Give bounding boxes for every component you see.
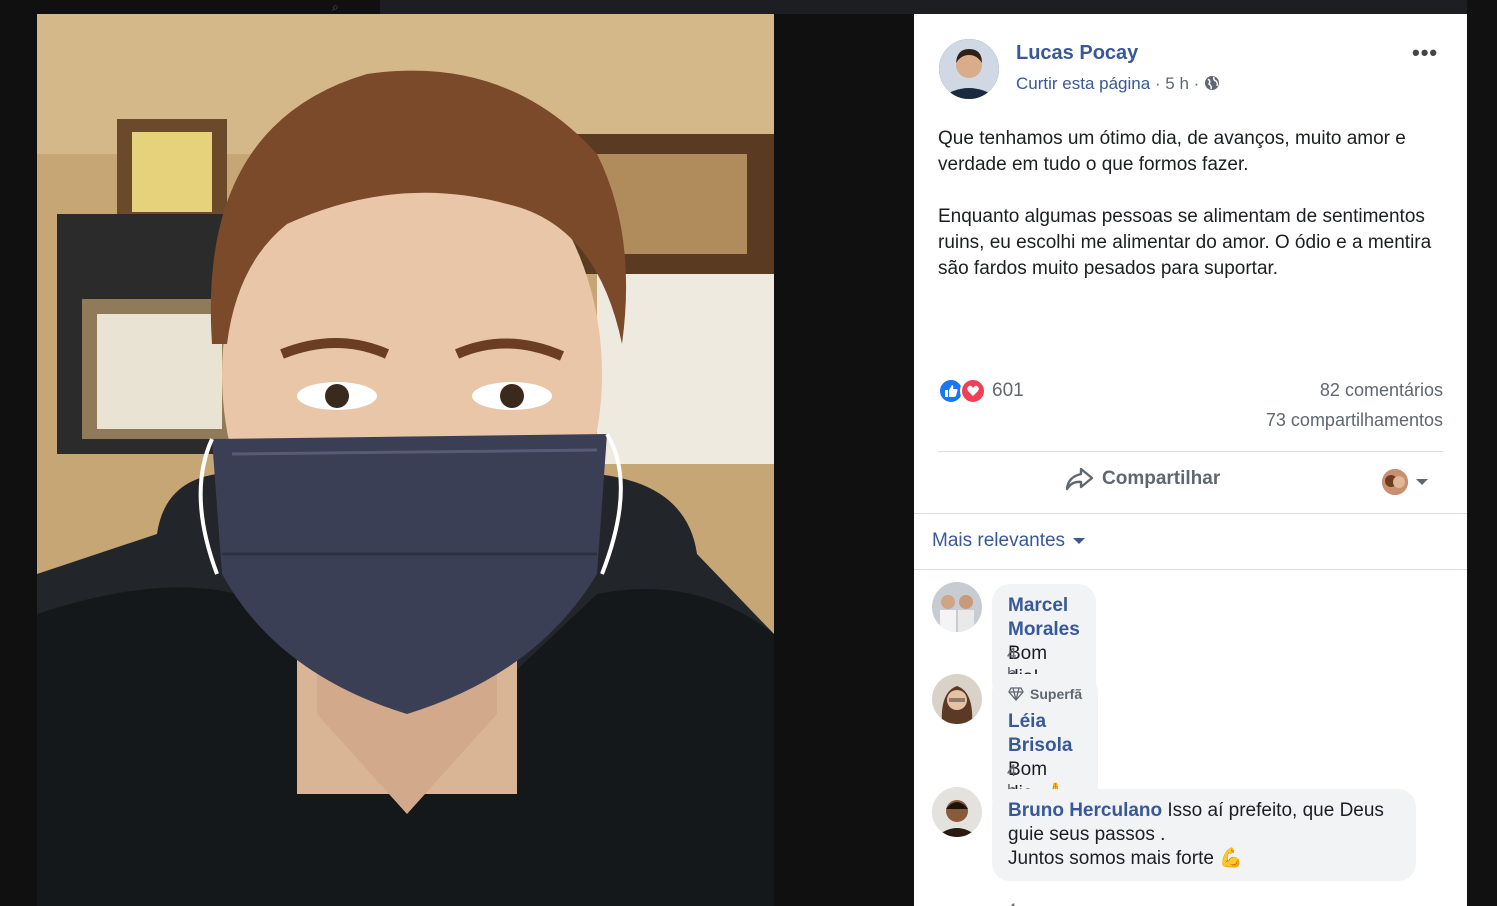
comments-count-link[interactable]: 82 comentários (1320, 380, 1443, 401)
commenter-avatar[interactable] (932, 674, 982, 724)
reactions-summary[interactable]: 601 (938, 376, 1024, 406)
user-avatar (1382, 469, 1408, 495)
share-button[interactable]: Compartilhar (1064, 466, 1220, 492)
diamond-icon (1008, 687, 1024, 701)
superfan-badge: Superfã (1008, 682, 1082, 706)
comment-text-line-2: Juntos somos mais forte 💪 (1008, 848, 1243, 869)
page-name[interactable]: Lucas Pocay (1016, 42, 1138, 65)
chevron-down-icon (1416, 479, 1428, 485)
page-avatar[interactable] (939, 39, 999, 99)
share-label: Compartilhar (1102, 468, 1221, 489)
comment-author[interactable]: Marcel Morales (1008, 595, 1080, 640)
globe-icon (1205, 76, 1220, 90)
chevron-down-icon (1073, 538, 1086, 544)
comment-author[interactable]: Léia Brisola (1008, 711, 1072, 756)
top-navigation-bar (380, 0, 1497, 14)
divider (914, 569, 1467, 570)
post-paragraph-1: Que tenhamos um ótimo dia, de avanços, m… (938, 128, 1406, 175)
share-icon (1065, 467, 1094, 491)
selfie-image (37, 14, 774, 906)
post-meta: Curtir esta página · 5 h · (1016, 74, 1220, 94)
post-text: Que tenhamos um ótimo dia, de avanços, m… (938, 126, 1438, 308)
comment-sort-dropdown[interactable]: Mais relevantes (932, 530, 1086, 552)
post-paragraph-2: Enquanto algumas pessoas se alimentam de… (938, 206, 1432, 279)
reactions-count: 601 (992, 380, 1024, 401)
love-reaction-icon (960, 378, 986, 404)
post-photo[interactable] (37, 14, 774, 906)
comment-author[interactable]: Bruno Herculano (1008, 800, 1162, 821)
divider (938, 451, 1443, 452)
sort-label: Mais relevantes (932, 530, 1066, 551)
post-timestamp[interactable]: 5 h (1165, 74, 1189, 93)
divider (914, 513, 1467, 514)
comment-bubble: Bruno Herculano Isso aí prefeito, que De… (992, 789, 1416, 881)
search-icon[interactable]: ⌕ (332, 0, 350, 14)
commenter-avatar[interactable] (932, 582, 982, 632)
like-page-link[interactable]: Curtir esta página (1016, 74, 1150, 93)
meta-separator: · (1188, 74, 1205, 93)
commenter-avatar[interactable] (932, 787, 982, 837)
post-panel: Lucas Pocay Curtir esta página · 5 h · •… (914, 14, 1467, 906)
shares-count-link[interactable]: 73 compartilhamentos (1266, 410, 1443, 431)
meta-separator: · (1150, 74, 1166, 93)
badge-label: Superfã (1030, 686, 1083, 702)
audience-selector[interactable] (1382, 469, 1428, 495)
window-edge (1467, 0, 1497, 906)
more-options-button[interactable]: ••• (1412, 40, 1438, 66)
comment-timestamp[interactable]: 4 h (1007, 900, 1016, 906)
